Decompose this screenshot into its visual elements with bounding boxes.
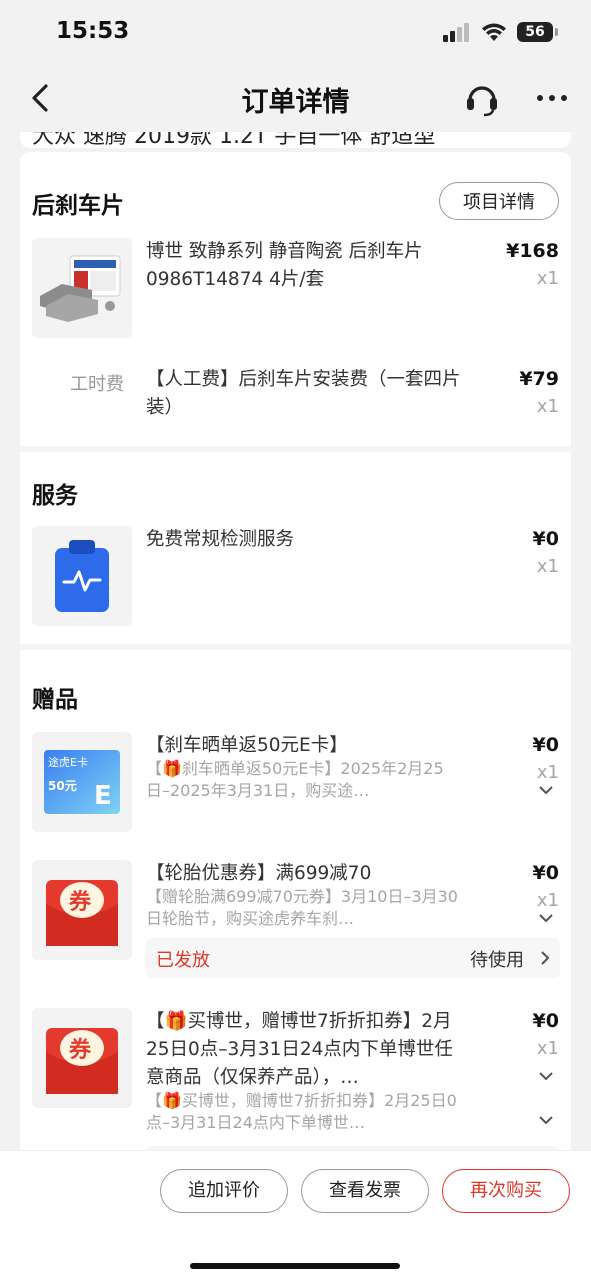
buy-again-button[interactable]: 再次购买 [442,1169,570,1213]
gift-2-desc: 【赠轮胎满699减70元券】3月10日–3月30日轮胎节，购买途虎养车刹… [146,887,458,928]
nav-bar: 订单详情 [0,66,591,132]
service-name[interactable]: 免费常规检测服务 [146,526,496,554]
gift-2-price: ¥0 [532,862,559,884]
status-bar: 15:53 56 [0,0,591,66]
view-invoice-button[interactable]: 查看发票 [301,1169,429,1213]
status-time: 15:53 [56,18,130,44]
section-title-service: 服务 [32,483,78,509]
chevron-down-icon[interactable] [537,912,555,924]
gift-3-qty: x1 [536,1038,559,1059]
clipboard-icon [32,526,132,626]
labor-name: 【人工费】后刹车片安装费（一套四片装） [146,369,461,418]
gift-1-price: ¥0 [532,734,559,756]
order-items-card: 后刹车片 项目详情 博世 致静系列 静音陶瓷 后刹车片0986T14874 4片… [20,152,571,1150]
brake-pad-thumbnail[interactable] [32,238,132,338]
brake-pad-price: ¥168 [506,240,559,262]
vehicle-name: 大众 速腾 2019款 1.2T 手自一体 舒适型 [32,132,436,148]
section-title-gift: 赠品 [32,687,78,713]
vehicle-card: 大众 速腾 2019款 1.2T 手自一体 舒适型 [20,132,571,148]
chevron-down-icon[interactable] [537,1114,555,1126]
section-title-brake: 后刹车片 [32,193,124,219]
gift-1-desc: 【🎁刹车晒单返50元E卡】2025年2月25日–2025年3月31日，购买途… [146,759,444,800]
signal-icon [443,23,469,42]
tire-coupon-thumbnail[interactable]: 券 [32,860,132,960]
page-title: 订单详情 [241,87,350,118]
coupon-char: 券 [68,1037,92,1063]
section-divider [20,446,571,452]
brake-pad-image [32,238,132,338]
battery-icon: 56 [517,22,558,42]
chevron-down-icon[interactable] [537,1070,555,1082]
headset-icon[interactable] [462,78,502,118]
service-thumbnail[interactable] [32,526,132,626]
labor-label: 工时费 [70,374,124,395]
add-review-button[interactable]: 追加评价 [160,1169,288,1213]
gift-3-price: ¥0 [532,1010,559,1032]
brake-pad-name[interactable]: 博世 致静系列 静音陶瓷 后刹车片0986T14874 4片/套 [146,238,496,294]
gift-3-desc: 【🎁买博世，赠博世7折折扣券】2月25日0点–3月31日24点内下单博世… [146,1091,457,1132]
wifi-icon [482,23,506,41]
labor-qty: x1 [536,396,559,417]
chevron-down-icon[interactable] [537,784,555,796]
bottom-action-bar: 追加评价 查看发票 再次购买 [0,1150,591,1280]
order-detail-scroll[interactable]: 大众 速腾 2019款 1.2T 手自一体 舒适型 后刹车片 项目详情 博世 致… [0,132,591,1150]
gift-2-qty: x1 [536,890,559,911]
gift-2-name[interactable]: 【轮胎优惠券】满699减70 [146,860,496,888]
status-icons: 56 [443,22,558,42]
ecard-brand: 途虎E卡 [48,755,88,769]
gift-1-qty: x1 [536,762,559,783]
project-detail-button[interactable]: 项目详情 [439,182,559,220]
coupon-status-row[interactable]: 已发放 待使用 [146,938,560,978]
bosch-coupon-thumbnail[interactable]: 券 [32,1008,132,1108]
coupon-envelope-image: 券 [32,1008,132,1108]
section-divider [20,644,571,650]
ecard-thumbnail[interactable]: 途虎E卡 50元 E [32,732,132,832]
gift-1-name[interactable]: 【刹车晒单返50元E卡】 [146,732,496,760]
gift-3-name[interactable]: 【🎁买博世，赠博世7折折扣券】2月25日0点–3月31日24点内下单博世任意商品… [146,1008,466,1092]
issued-status: 已发放 [156,950,210,971]
ecard-letter: E [94,781,112,811]
more-icon[interactable] [534,82,570,114]
ecard-value: 50元 [48,779,77,793]
home-indicator[interactable] [190,1263,400,1269]
battery-level: 56 [525,24,545,40]
service-qty: x1 [536,556,559,577]
labor-price: ¥79 [519,368,559,390]
coupon-envelope-image: 券 [32,860,132,960]
chevron-right-icon [541,951,550,965]
ecard-image: 途虎E卡 50元 E [32,732,132,832]
brake-pad-qty: x1 [536,268,559,289]
service-price: ¥0 [532,528,559,550]
pending-use-status: 待使用 [470,950,524,971]
coupon-char: 券 [68,889,92,915]
